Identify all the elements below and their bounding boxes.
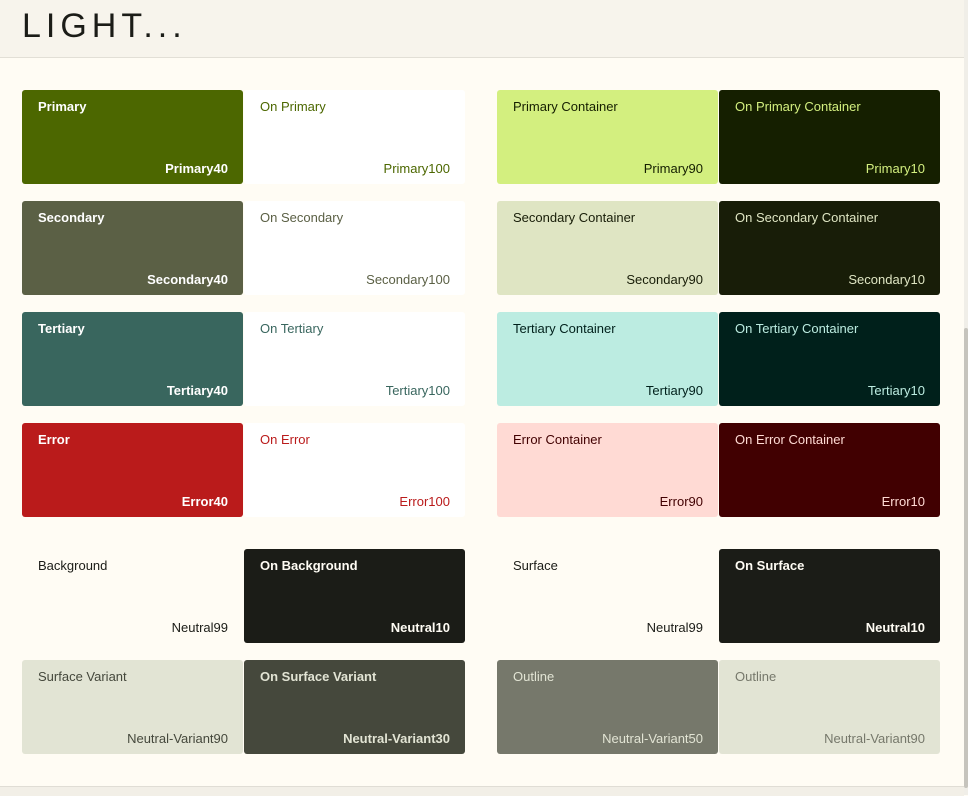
tone-label: Primary10	[865, 161, 925, 176]
tone-label: Error40	[181, 494, 228, 509]
color-role-label: Error	[38, 432, 70, 447]
tone-label: Tertiary10	[867, 383, 925, 398]
color-tile[interactable]: On Primary Primary100	[244, 90, 465, 184]
tone-label: Tertiary100	[385, 383, 450, 398]
tone-label: Secondary90	[626, 272, 703, 287]
color-tile[interactable]: Background Neutral99	[22, 549, 243, 643]
color-role-label: Surface	[513, 558, 558, 573]
color-role-label: Tertiary Container	[513, 321, 616, 336]
color-tile[interactable]: Surface Variant Neutral-Variant90	[22, 660, 243, 754]
color-tile[interactable]: Tertiary Tertiary40	[22, 312, 243, 406]
color-tile[interactable]: On Tertiary Container Tertiary10	[719, 312, 940, 406]
color-tile[interactable]: Secondary Secondary40	[22, 201, 243, 295]
color-role-label: Primary Container	[513, 99, 618, 114]
tone-label: Primary100	[383, 161, 450, 176]
tone-label: Secondary10	[848, 272, 925, 287]
color-tile[interactable]: On Secondary Container Secondary10	[719, 201, 940, 295]
color-role-label: On Secondary	[260, 210, 344, 225]
tone-label: Error10	[881, 494, 925, 509]
color-tile[interactable]: Outline Neutral-Variant90	[719, 660, 940, 754]
color-tile[interactable]: On Error Error100	[244, 423, 465, 517]
color-role-label: Surface Variant	[38, 669, 127, 684]
color-role-label: Outline	[513, 669, 555, 684]
tone-label: Neutral10	[390, 620, 450, 635]
scrollbar-thumb[interactable]	[964, 328, 968, 788]
color-tile[interactable]: Tertiary Container Tertiary90	[497, 312, 718, 406]
tone-label: Neutral-Variant50	[602, 731, 703, 746]
color-role-label: On Primary	[260, 99, 326, 114]
tone-label: Primary40	[165, 161, 228, 176]
color-role-label: Secondary	[38, 210, 105, 225]
color-tile[interactable]: Error Error40	[22, 423, 243, 517]
color-tile[interactable]: On Background Neutral10	[244, 549, 465, 643]
color-role-label: On Secondary Container	[735, 210, 879, 225]
color-role-label: Outline	[735, 669, 777, 684]
color-role-label: Error Container	[513, 432, 602, 447]
tone-label: Neutral10	[865, 620, 925, 635]
color-tile[interactable]: On Secondary Secondary100	[244, 201, 465, 295]
color-role-label: On Tertiary Container	[735, 321, 859, 336]
color-tile[interactable]: Outline Neutral-Variant50	[497, 660, 718, 754]
color-tile[interactable]: On Tertiary Tertiary100	[244, 312, 465, 406]
tone-label: Neutral99	[646, 620, 703, 635]
tone-label: Tertiary90	[645, 383, 703, 398]
color-role-label: On Error	[260, 432, 310, 447]
tone-label: Secondary100	[366, 272, 450, 287]
color-role-label: On Tertiary	[260, 321, 324, 336]
tone-label: Error90	[659, 494, 703, 509]
color-role-label: On Background	[260, 558, 358, 573]
scrollbar[interactable]	[964, 0, 968, 795]
color-tile[interactable]: Primary Container Primary90	[497, 90, 718, 184]
color-role-label: On Surface	[735, 558, 805, 573]
tone-label: Neutral-Variant90	[824, 731, 925, 746]
tone-label: Error100	[399, 494, 450, 509]
tone-label: Tertiary40	[166, 383, 228, 398]
color-role-label: On Error Container	[735, 432, 845, 447]
color-role-label: Primary	[38, 99, 87, 114]
color-tile[interactable]: Primary Primary40	[22, 90, 243, 184]
page-title: LIGHT...	[22, 7, 187, 45]
color-tile[interactable]: On Surface Neutral10	[719, 549, 940, 643]
tone-label: Neutral-Variant30	[343, 731, 450, 746]
tone-label: Primary90	[643, 161, 703, 176]
color-tile[interactable]: Secondary Container Secondary90	[497, 201, 718, 295]
color-tile[interactable]: On Surface Variant Neutral-Variant30	[244, 660, 465, 754]
color-role-label: On Surface Variant	[260, 669, 377, 684]
tone-label: Neutral99	[171, 620, 228, 635]
tone-label: Neutral-Variant90	[127, 731, 228, 746]
page-header: LIGHT...	[0, 0, 964, 58]
color-role-label: Background	[38, 558, 108, 573]
color-tile[interactable]: Surface Neutral99	[497, 549, 718, 643]
color-role-label: Secondary Container	[513, 210, 636, 225]
color-role-label: On Primary Container	[735, 99, 861, 114]
color-tile[interactable]: On Error Container Error10	[719, 423, 940, 517]
color-tile[interactable]: Error Container Error90	[497, 423, 718, 517]
tone-label: Secondary40	[147, 272, 228, 287]
color-role-label: Tertiary	[38, 321, 85, 336]
color-tile[interactable]: On Primary Container Primary10	[719, 90, 940, 184]
